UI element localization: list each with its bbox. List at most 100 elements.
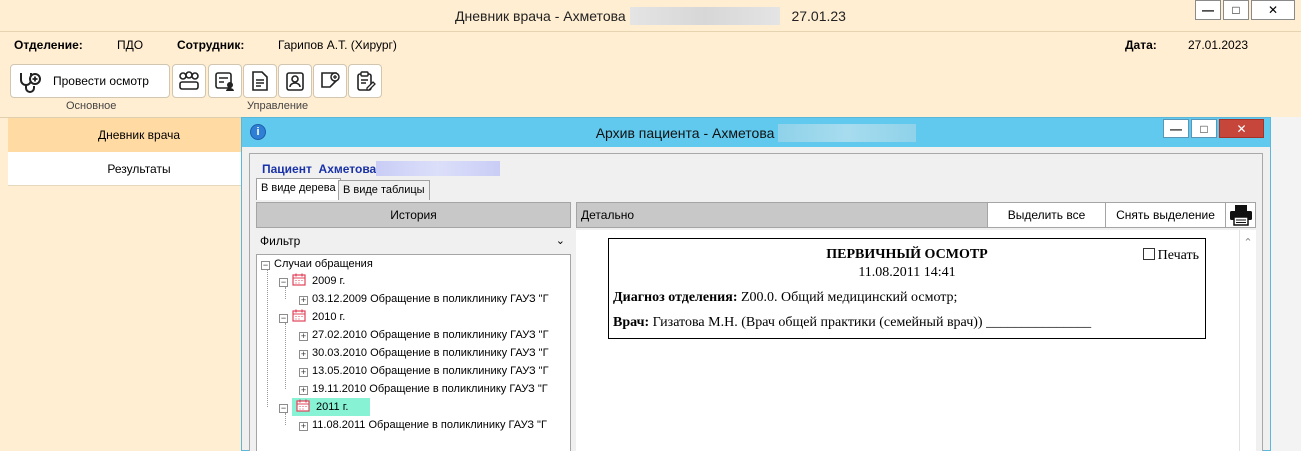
department-value: ПДО <box>117 38 144 52</box>
minimize-button[interactable]: — <box>1195 0 1221 20</box>
tree-year-selected[interactable]: 2011 г. <box>292 398 371 416</box>
sidebar-item-results[interactable]: Результаты <box>8 152 270 186</box>
tree-item-label: 13.05.2010 Обращение в поликлинику ГАУЗ … <box>312 365 549 377</box>
archive-title-text: Архив пациента - Ахметова <box>595 125 775 141</box>
tree-item[interactable]: +13.05.2010 Обращение в поликлинику ГАУЗ… <box>299 362 549 380</box>
diagnosis-line: Диагноз отделения: Z00.0. Общий медицинс… <box>613 290 957 306</box>
patients-button[interactable] <box>172 64 206 98</box>
tab-table-view[interactable]: В виде таблицы <box>338 180 430 200</box>
filter-label: Фильтр <box>260 234 301 248</box>
clipboard-button[interactable] <box>348 64 382 98</box>
group-caption-manage: Управление <box>247 100 309 112</box>
calendar-icon <box>292 273 306 286</box>
window-title-text: Дневник врача - Ахметова <box>455 8 626 24</box>
department-label: Отделение: <box>14 38 83 52</box>
minimize-icon: — <box>1202 3 1214 17</box>
window-title: Дневник врача - Ахметова 27.01.23 <box>0 7 1301 25</box>
window-controls: — □ ✕ <box>1193 0 1295 20</box>
expand-icon[interactable]: + <box>299 386 308 395</box>
collapse-icon[interactable]: − <box>279 314 288 323</box>
tree-item-label: 27.02.2010 Обращение в поликлинику ГАУЗ … <box>312 329 549 341</box>
detail-header-label: Детально <box>581 208 634 222</box>
card-user-icon <box>215 72 234 91</box>
archive-window-controls: — □ ✕ <box>1161 119 1264 138</box>
vertical-scrollbar[interactable]: ⌃ <box>1239 230 1256 451</box>
expand-icon[interactable]: + <box>299 422 308 431</box>
tree-year-2010[interactable]: − 2010 г. <box>279 308 345 326</box>
doctor-value: Гизатова М.Н. (Врач общей практики (семе… <box>652 315 1092 330</box>
tree-item-label: 03.12.2009 Обращение в поликлинику ГАУЗ … <box>312 293 549 305</box>
patient-name: Ахметова <box>318 162 377 176</box>
expand-icon[interactable]: + <box>299 332 308 341</box>
maximize-icon: □ <box>1232 3 1240 17</box>
expand-icon[interactable]: + <box>299 350 308 359</box>
stethoscope-icon <box>20 73 41 93</box>
patient-label: Пациент <box>262 162 312 176</box>
close-button[interactable]: ✕ <box>1251 0 1295 20</box>
expand-icon[interactable]: + <box>299 368 308 377</box>
tree-root-label: Случаи обращения <box>274 258 373 270</box>
tree-item-label: 19.11.2010 Обращение в поликлинику ГАУЗ … <box>312 383 548 395</box>
tree-year-label: 2010 г. <box>312 311 346 323</box>
redacted-name <box>629 7 780 25</box>
calendar-icon <box>292 309 306 322</box>
close-icon: ✕ <box>1236 122 1247 136</box>
expand-icon[interactable]: + <box>299 296 308 305</box>
tree-item[interactable]: +03.12.2009 Обращение в поликлинику ГАУЗ… <box>299 290 549 308</box>
calendar-icon <box>296 399 310 412</box>
print-button[interactable] <box>1225 203 1255 227</box>
print-checkbox[interactable]: Печать <box>1142 248 1199 264</box>
tree-item[interactable]: +30.03.2010 Обращение в поликлинику ГАУЗ… <box>299 344 549 362</box>
archive-minimize-button[interactable]: — <box>1163 119 1189 138</box>
tree-item[interactable]: +19.11.2010 Обращение в поликлинику ГАУЗ… <box>299 380 548 398</box>
chevron-down-icon: ⌄ <box>555 235 565 247</box>
archive-maximize-button[interactable]: □ <box>1191 119 1217 138</box>
detail-header: Детально Выделить все Снять выделение <box>576 202 1256 228</box>
main-titlebar: Дневник врача - Ахметова 27.01.23 — □ ✕ <box>0 0 1301 32</box>
history-tree: − Случаи обращения −2009 г. +03.12.2009 О… <box>256 254 571 451</box>
deselect-button[interactable]: Снять выделение <box>1105 203 1225 227</box>
badge-user-icon <box>286 72 304 91</box>
checkbox-icon[interactable] <box>1142 248 1155 260</box>
group-caption-main: Основное <box>66 100 117 112</box>
patient-card-button[interactable] <box>208 64 242 98</box>
tree-item[interactable]: +11.08.2011 Обращение в поликлинику ГАУЗ… <box>299 416 547 434</box>
tree-item-label: 11.08.2011 Обращение в поликлинику ГАУЗ … <box>312 419 547 431</box>
sidebar-item-doctor-diary[interactable]: Дневник врача <box>8 118 270 152</box>
documents-button[interactable] <box>243 64 277 98</box>
filter-dropdown[interactable]: Фильтр ⌄ <box>256 230 571 252</box>
tree-year-2011[interactable]: − 2011 г. <box>279 398 371 416</box>
tree-item[interactable]: +27.02.2010 Обращение в поликлинику ГАУЗ… <box>299 326 549 344</box>
archive-close-button[interactable]: ✕ <box>1219 119 1264 138</box>
collapse-icon[interactable]: − <box>279 404 288 413</box>
doctor-button[interactable] <box>278 64 312 98</box>
conduct-exam-label: Провести осмотр <box>53 74 149 88</box>
doctor-label: Врач: <box>613 315 650 330</box>
exam-title: ПЕРВИЧНЫЙ ОСМОТР <box>826 247 988 262</box>
doctor-line: Врач: Гизатова М.Н. (Врач общей практики… <box>613 315 1091 331</box>
people-group-icon <box>179 71 199 90</box>
employee-value: Гарипов А.Т. (Хирург) <box>278 38 397 52</box>
maximize-button[interactable]: □ <box>1223 0 1249 20</box>
close-icon: ✕ <box>1267 3 1279 17</box>
background-panel <box>1268 117 1301 451</box>
employee-label: Сотрудник: <box>177 38 245 52</box>
diagnosis-value: Z00.0. Общий медицинский осмотр; <box>741 290 958 305</box>
tree-year-2009[interactable]: − 2009 г. <box>279 272 345 290</box>
info-strip: Отделение: ПДО Сотрудник: Гарипов А.Т. (… <box>0 32 1301 117</box>
patient-line: Пациент Ахметова <box>262 161 501 176</box>
add-note-button[interactable] <box>313 64 347 98</box>
tree-root[interactable]: − Случаи обращения <box>261 255 373 273</box>
note-add-icon <box>321 72 340 88</box>
archive-titlebar: i Архив пациента - Ахметова — □ ✕ <box>242 118 1270 147</box>
tab-tree-view[interactable]: В виде дерева <box>256 178 341 200</box>
patient-archive-window: i Архив пациента - Ахметова — □ ✕ Пациен… <box>241 117 1271 451</box>
date-label: Дата: <box>1125 38 1157 52</box>
print-checkbox-label: Печать <box>1157 248 1199 263</box>
collapse-icon[interactable]: − <box>261 261 270 270</box>
chevron-up-icon[interactable]: ⌃ <box>1240 236 1256 249</box>
redacted-name <box>376 161 501 176</box>
collapse-icon[interactable]: − <box>279 278 288 287</box>
conduct-exam-button[interactable]: Провести осмотр <box>10 64 170 98</box>
select-all-button[interactable]: Выделить все <box>987 203 1105 227</box>
